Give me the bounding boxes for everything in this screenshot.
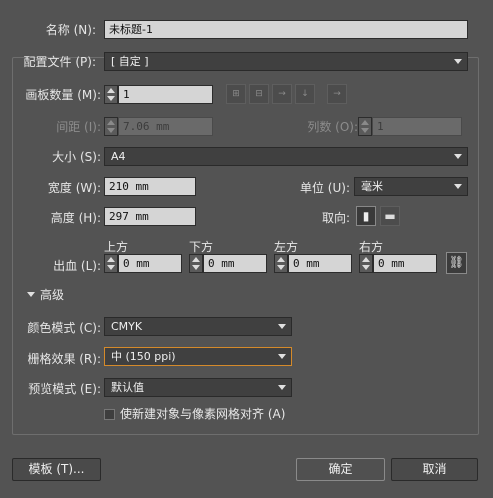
stepper-up-icon[interactable] [277, 257, 285, 262]
stepper-down-icon[interactable] [192, 265, 200, 270]
ok-button[interactable]: 确定 [296, 458, 385, 481]
width-input[interactable]: 210 mm [104, 177, 196, 196]
columns-input: 1 [372, 117, 462, 136]
artboards-stepper[interactable] [104, 85, 118, 104]
stepper-down-icon[interactable] [362, 265, 370, 270]
bleed-left-stepper[interactable] [274, 254, 288, 273]
chevron-down-icon [454, 154, 462, 159]
new-document-dialog: { "name": {"label": "名称 (N):", "value": … [0, 0, 493, 498]
raster-effects-label: 栅格效果 (R): [27, 352, 101, 366]
align-pixel-checkbox[interactable] [104, 409, 115, 420]
stepper-up-icon[interactable] [362, 257, 370, 262]
chevron-down-icon [454, 184, 462, 189]
bleed-top-input[interactable]: 0 mm [118, 254, 182, 273]
height-label: 高度 (H): [50, 211, 101, 225]
raster-effects-dropdown[interactable]: 中 (150 ppi) [104, 347, 292, 366]
units-label: 单位 (U): [299, 181, 350, 195]
size-dropdown-value: A4 [111, 150, 126, 163]
chevron-down-icon [278, 385, 286, 390]
stepper-down-icon[interactable] [107, 265, 115, 270]
link-icon[interactable]: ⛓ [446, 252, 467, 274]
size-dropdown[interactable]: A4 [104, 147, 468, 166]
bleed-bottom-input[interactable]: 0 mm [203, 254, 267, 273]
arrange-by-row-icon[interactable]: → [272, 84, 292, 104]
bleed-top-label: 上方 [104, 240, 129, 254]
templates-button[interactable]: 模板 (T)... [12, 458, 101, 481]
profile-label: 配置文件 (P): [23, 55, 96, 69]
profile-dropdown-value: [ 自定 ] [111, 55, 149, 68]
orientation-label: 取向: [321, 211, 350, 225]
collapse-triangle-icon[interactable] [27, 292, 35, 297]
width-label: 宽度 (W): [47, 181, 101, 195]
right-to-left-icon[interactable]: → [327, 84, 347, 104]
bleed-bottom-label: 下方 [189, 240, 214, 254]
stepper-down-icon[interactable] [107, 96, 115, 101]
columns-stepper [358, 117, 372, 136]
chevron-down-icon [278, 324, 286, 329]
bleed-top-stepper[interactable] [104, 254, 118, 273]
landscape-icon[interactable]: ▬ [380, 206, 400, 226]
spacing-input: 7.06 mm [118, 117, 213, 136]
columns-label: 列数 (O): [307, 120, 358, 134]
stepper-up-icon [107, 120, 115, 125]
size-label: 大小 (S): [52, 150, 101, 164]
bleed-left-input[interactable]: 0 mm [288, 254, 352, 273]
name-label: 名称 (N): [45, 23, 96, 37]
color-mode-label: 颜色模式 (C): [27, 321, 101, 335]
units-dropdown[interactable]: 毫米 [354, 177, 468, 196]
artboards-label: 画板数量 (M): [25, 88, 101, 102]
bleed-label: 出血 (L): [53, 259, 101, 273]
chevron-down-icon [278, 354, 286, 359]
profile-dropdown[interactable]: [ 自定 ] [104, 52, 468, 71]
color-mode-dropdown-value: CMYK [111, 320, 143, 333]
stepper-down-icon [107, 128, 115, 133]
portrait-icon[interactable]: ▮ [356, 206, 376, 226]
spacing-stepper [104, 117, 118, 136]
stepper-down-icon[interactable] [277, 265, 285, 270]
color-mode-dropdown[interactable]: CMYK [104, 317, 292, 336]
stepper-up-icon[interactable] [107, 88, 115, 93]
bleed-right-label: 右方 [359, 240, 384, 254]
preview-mode-label: 预览模式 (E): [28, 382, 101, 396]
units-dropdown-value: 毫米 [361, 180, 383, 193]
stepper-down-icon [361, 128, 369, 133]
advanced-toggle[interactable]: 高级 [40, 288, 64, 302]
stepper-up-icon[interactable] [192, 257, 200, 262]
bleed-bottom-stepper[interactable] [189, 254, 203, 273]
stepper-up-icon [361, 120, 369, 125]
bleed-left-label: 左方 [274, 240, 299, 254]
chevron-down-icon [454, 59, 462, 64]
grid-by-column-icon[interactable]: ⊟ [249, 84, 269, 104]
grid-by-row-icon[interactable]: ⊞ [226, 84, 246, 104]
bleed-right-stepper[interactable] [359, 254, 373, 273]
artboards-input[interactable]: 1 [118, 85, 213, 104]
arrange-by-column-icon[interactable]: ↓ [295, 84, 315, 104]
bleed-right-input[interactable]: 0 mm [373, 254, 437, 273]
name-input[interactable]: 未标题-1 [104, 20, 468, 39]
align-pixel-label[interactable]: 使新建对象与像素网格对齐 (A) [120, 406, 285, 422]
stepper-up-icon[interactable] [107, 257, 115, 262]
cancel-button[interactable]: 取消 [391, 458, 478, 481]
preview-mode-dropdown[interactable]: 默认值 [104, 378, 292, 397]
height-input[interactable]: 297 mm [104, 207, 196, 226]
preview-mode-dropdown-value: 默认值 [111, 381, 144, 394]
raster-effects-dropdown-value: 中 (150 ppi) [111, 350, 176, 363]
spacing-label: 间距 (I): [56, 120, 101, 134]
